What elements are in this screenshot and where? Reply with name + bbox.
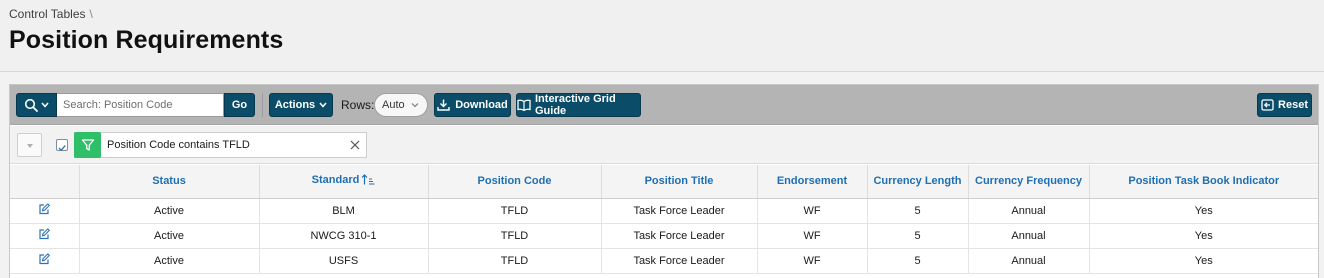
cell-position-title: Task Force Leader	[601, 223, 758, 249]
column-header-status[interactable]: Status	[79, 165, 260, 199]
edit-cell[interactable]	[10, 198, 80, 224]
guide-label: Interactive Grid Guide	[535, 93, 616, 117]
cell-task-book-indicator: Yes	[1089, 223, 1318, 249]
grid-header-row: Status Standard Position Code Position T…	[10, 165, 1318, 199]
search-icon	[24, 98, 38, 112]
close-icon[interactable]	[350, 137, 360, 155]
column-header-position-task-book-indicator[interactable]: Position Task Book Indicator	[1089, 165, 1318, 199]
filter-bar: Position Code contains TFLD	[10, 126, 1318, 164]
data-grid: Status Standard Position Code Position T…	[10, 165, 1318, 274]
cell-currency-length: 5	[867, 223, 969, 249]
cell-endorsement: WF	[757, 223, 868, 249]
edit-cell[interactable]	[10, 223, 80, 249]
cell-currency-frequency: Annual	[968, 198, 1090, 224]
collapse-filters-button[interactable]	[17, 133, 42, 157]
cell-currency-frequency: Annual	[968, 223, 1090, 249]
column-header-currency-length[interactable]: Currency Length	[867, 165, 969, 199]
edit-icon[interactable]	[38, 253, 50, 268]
chevron-down-icon	[410, 100, 420, 113]
column-header-standard-label: Standard	[311, 174, 360, 187]
column-header-position-title[interactable]: Position Title	[601, 165, 758, 199]
cell-task-book-indicator: Yes	[1089, 198, 1318, 224]
cell-currency-length: 5	[867, 198, 969, 224]
column-header-currency-frequency[interactable]: Currency Frequency	[968, 165, 1090, 199]
go-button[interactable]: Go	[224, 93, 255, 117]
cell-endorsement: WF	[757, 198, 868, 224]
filter-enable-checkbox[interactable]	[56, 139, 68, 152]
breadcrumb-link-control-tables[interactable]: Control Tables	[9, 7, 86, 21]
chevron-down-icon	[41, 102, 49, 108]
cell-position-title: Task Force Leader	[601, 198, 758, 224]
interactive-grid-guide-button[interactable]: Interactive Grid Guide	[516, 93, 641, 117]
page-header: Control Tables \ Position Requirements	[0, 0, 1324, 72]
search-column-menu-button[interactable]	[16, 93, 57, 117]
cell-standard: BLM	[259, 198, 429, 224]
interactive-grid-region: Go Actions Rows: Auto Download	[9, 84, 1319, 278]
actions-label: Actions	[274, 99, 316, 111]
column-header-endorsement[interactable]: Endorsement	[757, 165, 868, 199]
edit-icon[interactable]	[38, 203, 50, 218]
cell-task-book-indicator: Yes	[1089, 248, 1318, 274]
search-group: Go	[16, 93, 255, 117]
breadcrumb-separator: \	[89, 7, 93, 21]
grid-toolbar: Go Actions Rows: Auto Download	[10, 85, 1318, 125]
edit-cell[interactable]	[10, 248, 80, 274]
table-row[interactable]: Active USFS TFLD Task Force Leader WF 5 …	[10, 248, 1318, 274]
column-header-edit	[10, 165, 80, 199]
breadcrumb: Control Tables \	[9, 7, 93, 21]
cell-standard: USFS	[259, 248, 429, 274]
caret-down-icon	[27, 144, 33, 148]
cell-currency-length: 5	[867, 248, 969, 274]
reset-button[interactable]: Reset	[1257, 93, 1312, 117]
filter-text: Position Code contains TFLD	[107, 139, 250, 151]
cell-position-title: Task Force Leader	[601, 248, 758, 274]
rows-label: Rows:	[341, 98, 375, 112]
page-title: Position Requirements	[9, 26, 284, 54]
column-header-position-code[interactable]: Position Code	[428, 165, 602, 199]
cell-standard: NWCG 310-1	[259, 223, 429, 249]
reset-label: Reset	[1278, 99, 1308, 111]
filter-chip[interactable]: Position Code contains TFLD	[74, 132, 367, 158]
table-row[interactable]: Active BLM TFLD Task Force Leader WF 5 A…	[10, 198, 1318, 224]
edit-icon[interactable]	[38, 228, 50, 243]
cell-endorsement: WF	[757, 248, 868, 274]
cell-position-code: TFLD	[428, 198, 602, 224]
toolbar-divider	[262, 93, 263, 117]
search-input[interactable]	[57, 93, 224, 117]
table-row[interactable]: Active NWCG 310-1 TFLD Task Force Leader…	[10, 223, 1318, 249]
download-button[interactable]: Download	[434, 93, 511, 117]
checkmark-icon	[58, 145, 66, 152]
book-icon	[517, 99, 531, 111]
cell-position-code: TFLD	[428, 223, 602, 249]
reset-icon	[1261, 99, 1274, 111]
actions-button[interactable]: Actions	[269, 93, 333, 117]
column-header-standard[interactable]: Standard	[259, 165, 429, 199]
funnel-icon	[74, 132, 101, 158]
rows-per-page-select[interactable]: Auto	[374, 93, 428, 117]
cell-position-code: TFLD	[428, 248, 602, 274]
cell-status: Active	[79, 223, 260, 249]
sort-ascending-icon	[361, 174, 375, 188]
chevron-down-icon	[319, 102, 327, 108]
cell-status: Active	[79, 248, 260, 274]
download-label: Download	[455, 99, 508, 111]
cell-status: Active	[79, 198, 260, 224]
rows-select-value: Auto	[382, 99, 405, 111]
download-icon	[437, 99, 450, 111]
cell-currency-frequency: Annual	[968, 248, 1090, 274]
